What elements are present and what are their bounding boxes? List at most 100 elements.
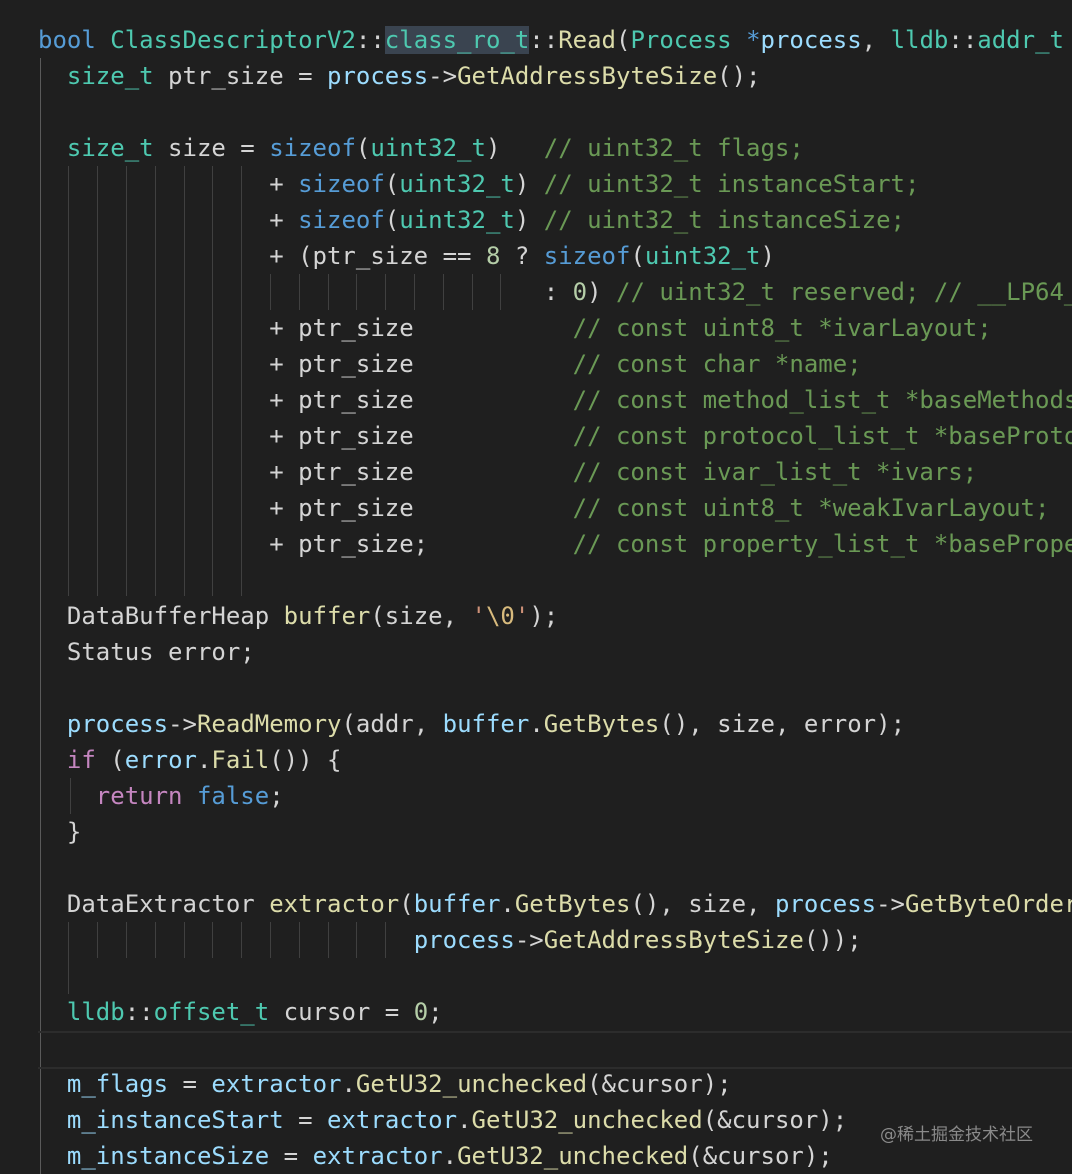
code-token: (&cursor); bbox=[702, 1106, 848, 1134]
code-token: GetAddressByteSize bbox=[457, 62, 718, 90]
code-line[interactable]: + ptr_size // const char *name; bbox=[38, 346, 862, 382]
code-token: :: bbox=[948, 26, 978, 54]
code-line[interactable]: Status error; bbox=[38, 634, 255, 670]
code-token: GetByteOrder bbox=[905, 890, 1072, 918]
code-line[interactable]: process->GetAddressByteSize()); bbox=[38, 922, 862, 958]
code-line[interactable]: } bbox=[38, 814, 81, 850]
code-line[interactable]: + ptr_size // const protocol_list_t *bas… bbox=[38, 418, 1072, 454]
code-token: + ptr_size bbox=[269, 458, 573, 486]
code-token: ()) { bbox=[269, 746, 342, 774]
code-token: buffer bbox=[413, 890, 501, 918]
code-token: ( bbox=[630, 242, 645, 270]
code-token: // const uint8_t *ivarLayout; bbox=[572, 314, 992, 342]
code-line[interactable]: DataBufferHeap buffer(size, '\0'); bbox=[38, 598, 558, 634]
code-line[interactable]: + ptr_size // const uint8_t *weakIvarLay… bbox=[38, 490, 1049, 526]
code-editor[interactable]: bool ClassDescriptorV2::class_ro_t::Read… bbox=[0, 0, 1072, 1174]
code-token: ? bbox=[500, 242, 544, 270]
code-line[interactable]: + ptr_size // const method_list_t *baseM… bbox=[38, 382, 1072, 418]
code-line[interactable]: process->ReadMemory(addr, buffer.GetByte… bbox=[38, 706, 905, 742]
code-line[interactable]: + (ptr_size == 8 ? sizeof(uint32_t) bbox=[38, 238, 775, 274]
code-token: . bbox=[529, 710, 544, 738]
code-token: m_instanceSize bbox=[66, 1142, 270, 1170]
code-token: Fail bbox=[211, 746, 270, 774]
code-token: 0 bbox=[572, 278, 588, 306]
code-line[interactable]: size_t ptr_size = process->GetAddressByt… bbox=[38, 58, 761, 94]
code-token: GetBytes bbox=[543, 710, 660, 738]
code-token: // uint32_t instanceSize; bbox=[543, 206, 905, 234]
code-token: ) bbox=[514, 170, 544, 198]
code-token: ()); bbox=[803, 926, 862, 954]
code-token: // const method_list_t *baseMethods; bbox=[572, 386, 1072, 414]
code-token: false bbox=[196, 782, 270, 810]
code-token: // const uint8_t *weakIvarLayout; bbox=[572, 494, 1050, 522]
code-token: size_t bbox=[66, 62, 154, 90]
code-token: : bbox=[543, 278, 573, 306]
code-token: uint32_t bbox=[644, 242, 761, 270]
code-token: addr_t bbox=[977, 26, 1064, 54]
code-line[interactable]: bool ClassDescriptorV2::class_ro_t::Read… bbox=[38, 22, 1064, 58]
code-line[interactable]: + sizeof(uint32_t) // uint32_t instanceS… bbox=[38, 166, 919, 202]
code-token: // uint32_t instanceStart; bbox=[543, 170, 920, 198]
code-token: + ptr_size bbox=[269, 314, 573, 342]
code-line[interactable]: + ptr_size // const ivar_list_t *ivars; bbox=[38, 454, 977, 490]
code-line[interactable]: : 0) // uint32_t reserved; // __LP64__ bbox=[38, 274, 1072, 310]
code-token: ( bbox=[384, 206, 400, 234]
code-token: process bbox=[327, 62, 429, 90]
code-token: :: bbox=[124, 998, 154, 1026]
code-token: // const char *name; bbox=[572, 350, 862, 378]
code-token: // const protocol_list_t *baseProtocols; bbox=[572, 422, 1072, 450]
code-line[interactable]: m_instanceSize = extractor.GetU32_unchec… bbox=[38, 1138, 833, 1174]
code-token: (&cursor); bbox=[587, 1070, 732, 1098]
code-token: DataExtractor bbox=[66, 890, 255, 918]
code-token: + bbox=[269, 170, 299, 198]
code-token: ( bbox=[95, 746, 125, 774]
code-token: ptr_size = bbox=[153, 62, 327, 90]
code-token: extractor bbox=[312, 1142, 443, 1170]
code-line[interactable]: lldb::offset_t cursor = 0; bbox=[38, 994, 443, 1030]
code-token: :: bbox=[355, 26, 385, 54]
code-token: ) bbox=[485, 134, 544, 162]
code-line[interactable]: return false; bbox=[38, 778, 284, 814]
code-token: * bbox=[746, 26, 761, 54]
code-token: -> bbox=[168, 710, 197, 738]
code-token: extractor bbox=[269, 890, 400, 918]
code-token: ) bbox=[514, 206, 544, 234]
code-token: ' bbox=[471, 602, 486, 630]
code-token: cursor = bbox=[269, 998, 414, 1026]
code-token: buffer bbox=[283, 602, 371, 630]
code-token: m_instanceStart bbox=[66, 1106, 284, 1134]
code-token: return bbox=[95, 782, 183, 810]
code-line[interactable]: m_instanceStart = extractor.GetU32_unche… bbox=[38, 1102, 847, 1138]
code-line[interactable]: size_t size = sizeof(uint32_t) // uint32… bbox=[38, 130, 804, 166]
code-token: = bbox=[168, 1070, 212, 1098]
code-token: extractor bbox=[211, 1070, 342, 1098]
current-line-highlight bbox=[38, 1031, 1072, 1069]
code-line[interactable]: if (error.Fail()) { bbox=[38, 742, 342, 778]
code-token: lldb bbox=[890, 26, 949, 54]
code-token: + ptr_size bbox=[269, 494, 573, 522]
code-line[interactable]: + ptr_size // const uint8_t *ivarLayout; bbox=[38, 310, 992, 346]
code-token: offset_t bbox=[153, 998, 270, 1026]
code-token: ReadMemory bbox=[196, 710, 342, 738]
code-token: size_t bbox=[66, 134, 154, 162]
indent-guide bbox=[68, 958, 69, 994]
code-line[interactable]: DataExtractor extractor(buffer.GetBytes(… bbox=[38, 886, 1072, 922]
code-token: process bbox=[413, 926, 515, 954]
code-line[interactable]: m_flags = extractor.GetU32_unchecked(&cu… bbox=[38, 1066, 732, 1102]
code-line[interactable]: + ptr_size; // const property_list_t *ba… bbox=[38, 526, 1072, 562]
code-token: process bbox=[66, 710, 169, 738]
code-line[interactable]: + sizeof(uint32_t) // uint32_t instanceS… bbox=[38, 202, 905, 238]
